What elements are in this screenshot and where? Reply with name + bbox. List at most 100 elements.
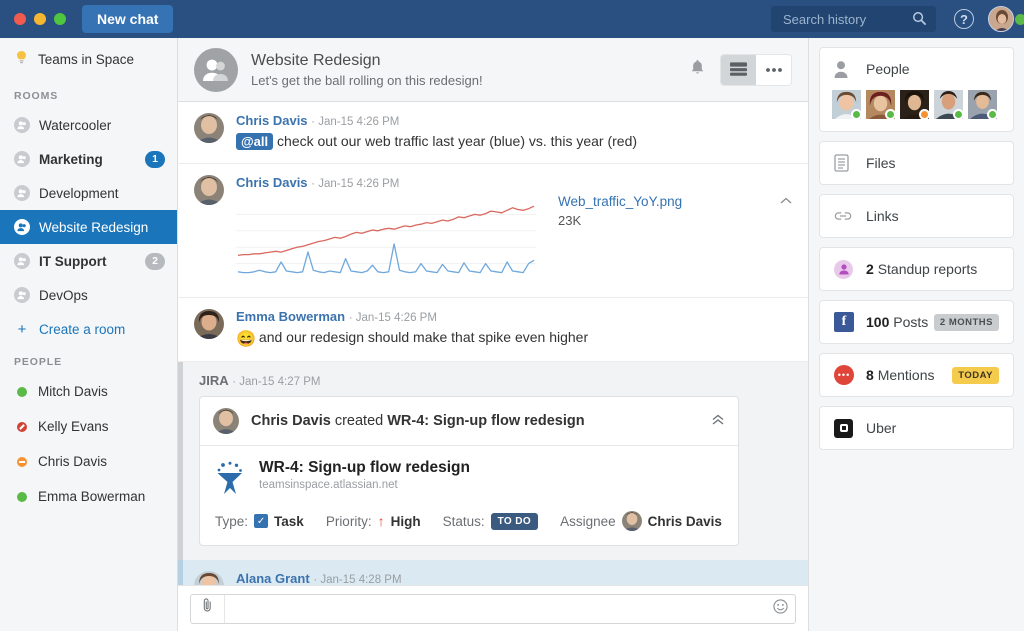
avatar[interactable] (213, 408, 239, 434)
avatar[interactable] (900, 90, 930, 120)
jira-issue-title[interactable]: WR-4: Sign-up flow redesign (259, 459, 470, 477)
sidebar-item-chris-davis[interactable]: Chris Davis (0, 444, 177, 479)
card-mentions[interactable]: ••• 8 Mentions TODAY (819, 353, 1014, 397)
avatar[interactable] (832, 90, 862, 120)
message-author[interactable]: Chris Davis (236, 175, 308, 190)
attachment-filename[interactable]: Web_traffic_YoY.png (558, 194, 772, 209)
search-icon (912, 11, 927, 29)
task-checkbox-icon: ✓ (254, 514, 269, 528)
message-item-attachment: Chris Davis · Jan-15 4:26 PM Web_traffic… (178, 164, 808, 298)
collapse-chevrons-icon[interactable] (711, 413, 725, 429)
jira-type-label: Type: (215, 513, 249, 529)
card-standup-row[interactable]: 2 Standup reports (820, 248, 1013, 290)
message-timestamp: · Jan-15 4:27 PM (232, 376, 321, 388)
composer-input-wrapper[interactable] (190, 593, 796, 624)
sidebar-item-it-support[interactable]: IT Support 2 (0, 244, 177, 278)
person-label: Emma Bowerman (38, 489, 146, 504)
room-label: Development (39, 185, 119, 201)
avatar[interactable] (968, 90, 998, 120)
message-item: Emma Bowerman · Jan-15 4:26 PM 😄 and our … (178, 298, 808, 362)
attachment-meta: Web_traffic_YoY.png 23K (558, 194, 772, 228)
avatar[interactable] (988, 6, 1014, 32)
chevron-up-icon[interactable] (772, 194, 792, 208)
sidebar-item-development[interactable]: Development (0, 176, 177, 210)
maximize-window-button[interactable] (54, 13, 66, 25)
card-files-row[interactable]: Files (820, 142, 1013, 184)
avatar[interactable] (194, 175, 224, 205)
current-user-avatar-wrapper[interactable] (988, 6, 1024, 32)
card-mentions-row[interactable]: ••• 8 Mentions TODAY (820, 354, 1013, 396)
mention-all-tag[interactable]: @all (236, 133, 274, 150)
new-chat-button[interactable]: New chat (82, 5, 174, 33)
card-posts-row[interactable]: f 100 Posts 2 MONTHS (820, 301, 1013, 343)
sidebar-item-watercooler[interactable]: Watercooler (0, 108, 177, 142)
card-mentions-label: 8 Mentions (866, 367, 935, 383)
message-header: Chris Davis · Jan-15 4:26 PM (236, 175, 792, 190)
room-label: Marketing (39, 151, 103, 167)
minimize-window-button[interactable] (34, 13, 46, 25)
message-author[interactable]: Alana Grant (236, 571, 310, 585)
people-avatar-strip (820, 90, 1013, 131)
jira-card-titleblock: WR-4: Sign-up flow redesign teamsinspace… (259, 459, 470, 491)
jira-card-body: WR-4: Sign-up flow redesign teamsinspace… (200, 446, 738, 545)
message-input[interactable] (225, 594, 765, 623)
sidebar-item-emma-bowerman[interactable]: Emma Bowerman (0, 479, 177, 514)
avatar[interactable] (934, 90, 964, 120)
avatar[interactable] (194, 113, 224, 143)
person-label: Mitch Davis (38, 384, 108, 399)
message-author[interactable]: Chris Davis (236, 113, 308, 128)
message-text: check out our web traffic last year (blu… (273, 133, 638, 149)
lightbulb-icon (14, 50, 28, 68)
message-header: Chris Davis · Jan-15 4:26 PM (236, 113, 792, 128)
conversation-header: Website Redesign Let's get the ball roll… (178, 38, 808, 102)
sidebar-item-website-redesign[interactable]: Website Redesign (0, 210, 177, 244)
jira-card-header: Chris Davis created WR-4: Sign-up flow r… (200, 397, 738, 446)
team-name-row[interactable]: Teams in Space (0, 38, 177, 80)
card-links-row[interactable]: Links (820, 195, 1013, 237)
avatar[interactable] (194, 309, 224, 339)
message-timestamp: · Jan-15 4:26 PM (311, 116, 400, 128)
help-icon[interactable]: ? (954, 9, 974, 29)
message-author[interactable]: Emma Bowerman (236, 309, 345, 324)
card-links[interactable]: Links (819, 194, 1014, 238)
conversation-panel: Website Redesign Let's get the ball roll… (178, 38, 808, 631)
sidebar-item-marketing[interactable]: Marketing 1 (0, 142, 177, 176)
people-section-title: PEOPLE (14, 356, 62, 368)
avatar[interactable] (866, 90, 896, 120)
sidebar-item-mitch-davis[interactable]: Mitch Davis (0, 374, 177, 409)
sidebar-item-kelly-evans[interactable]: Kelly Evans (0, 409, 177, 444)
avatar[interactable] (194, 571, 224, 585)
card-uber-row[interactable]: Uber (820, 407, 1013, 449)
search-history-box[interactable] (771, 6, 936, 32)
bell-icon[interactable] (690, 59, 705, 81)
card-people-row[interactable]: People (820, 48, 1013, 90)
status-indicator-online (851, 109, 862, 120)
paperclip-icon[interactable] (191, 594, 225, 623)
more-horizontal-icon[interactable] (756, 54, 791, 85)
card-files[interactable]: Files (819, 141, 1014, 185)
create-room-label: Create a room (39, 321, 126, 337)
card-uber[interactable]: Uber (819, 406, 1014, 450)
card-posts[interactable]: f 100 Posts 2 MONTHS (819, 300, 1014, 344)
smiley-icon[interactable] (765, 599, 795, 618)
create-a-room-button[interactable]: + Create a room (0, 312, 177, 346)
posts-count: 100 (866, 314, 890, 330)
attachment-filesize: 23K (558, 213, 582, 228)
search-input[interactable] (781, 10, 911, 28)
window-controls[interactable] (10, 13, 72, 25)
list-view-icon[interactable] (721, 54, 756, 85)
sidebar-item-devops[interactable]: DevOps (0, 278, 177, 312)
jira-assignee: Chris Davis (621, 511, 722, 531)
close-window-button[interactable] (14, 13, 26, 25)
web-traffic-chart[interactable] (236, 194, 536, 286)
room-avatar (194, 47, 238, 92)
link-icon (834, 208, 856, 224)
card-standup-reports[interactable]: 2 Standup reports (819, 247, 1014, 291)
jira-issue-card[interactable]: Chris Davis created WR-4: Sign-up flow r… (199, 396, 739, 546)
card-posts-label: 100 Posts (866, 314, 929, 330)
card-people[interactable]: People (819, 47, 1014, 132)
rooms-section-title: ROOMS (14, 90, 59, 102)
message-list: Chris Davis · Jan-15 4:26 PM @all check … (178, 102, 808, 585)
unread-badge: 1 (145, 150, 165, 168)
view-mode-toggle-group[interactable] (720, 53, 792, 86)
